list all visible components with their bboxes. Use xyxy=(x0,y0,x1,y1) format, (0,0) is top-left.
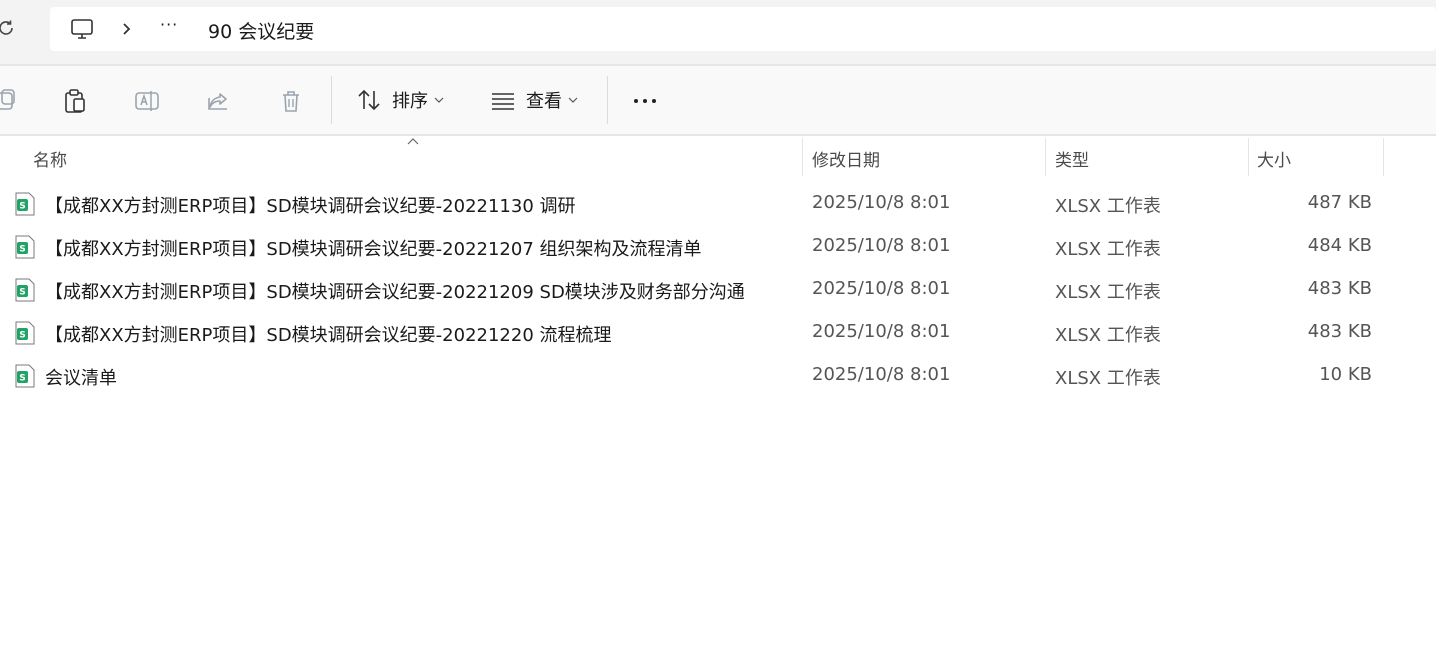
file-size: 487 KB xyxy=(1307,192,1372,213)
toolbar-separator xyxy=(331,76,332,124)
xlsx-file-icon: S xyxy=(15,192,35,216)
chevron-down-icon xyxy=(434,97,444,103)
toolbar-separator xyxy=(607,76,608,124)
svg-text:S: S xyxy=(19,245,25,255)
file-type: XLSX 工作表 xyxy=(1055,325,1161,346)
file-size: 10 KB xyxy=(1319,364,1372,385)
file-row[interactable]: S 【成都XX方封测ERP项目】SD模块调研会议纪要-20221220 流程梳理… xyxy=(0,311,1436,354)
delete-icon[interactable] xyxy=(278,88,304,114)
file-row[interactable]: S 【成都XX方封测ERP项目】SD模块调研会议纪要-20221209 SD模块… xyxy=(0,268,1436,311)
view-label: 查看 xyxy=(526,91,562,112)
column-divider[interactable] xyxy=(1383,138,1384,176)
paste-icon[interactable] xyxy=(62,88,88,114)
column-divider[interactable] xyxy=(1248,138,1249,176)
breadcrumb-current-folder[interactable]: 90 会议纪要 xyxy=(208,17,314,44)
file-row[interactable]: S 【成都XX方封测ERP项目】SD模块调研会议纪要-20221207 组织架构… xyxy=(0,225,1436,268)
file-type: XLSX 工作表 xyxy=(1055,196,1161,217)
file-size: 484 KB xyxy=(1307,235,1372,256)
file-size: 483 KB xyxy=(1307,278,1372,299)
column-header-type[interactable]: 类型 xyxy=(1055,146,1089,171)
chevron-down-icon xyxy=(568,97,578,103)
file-date: 2025/10/8 8:01 xyxy=(812,278,951,299)
file-date: 2025/10/8 8:01 xyxy=(812,192,951,213)
sort-button[interactable]: 排序 xyxy=(356,84,454,116)
sort-ascending-icon xyxy=(407,138,419,145)
breadcrumb[interactable]: ··· 90 会议纪要 xyxy=(50,7,1436,51)
file-type: XLSX 工作表 xyxy=(1055,282,1161,303)
copy-icon[interactable] xyxy=(0,88,20,114)
view-button[interactable]: 查看 xyxy=(490,84,588,116)
column-header: 名称 修改日期 类型 大小 xyxy=(0,136,1436,176)
column-divider[interactable] xyxy=(1045,138,1046,176)
file-size: 483 KB xyxy=(1307,321,1372,342)
file-name: 【成都XX方封测ERP项目】SD模块调研会议纪要-20221220 流程梳理 xyxy=(45,325,612,346)
file-name: 会议清单 xyxy=(45,368,117,389)
rename-icon[interactable] xyxy=(134,88,160,114)
share-icon[interactable] xyxy=(206,88,232,114)
file-name: 【成都XX方封测ERP项目】SD模块调研会议纪要-20221207 组织架构及流… xyxy=(45,239,702,260)
sort-label: 排序 xyxy=(392,91,428,112)
sort-icon xyxy=(358,89,380,111)
command-bar: 排序 查看 xyxy=(0,66,1436,134)
file-name: 【成都XX方封测ERP项目】SD模块调研会议纪要-20221130 调研 xyxy=(45,196,576,217)
svg-text:S: S xyxy=(19,331,25,341)
svg-text:S: S xyxy=(19,288,25,298)
computer-icon[interactable] xyxy=(70,17,94,41)
file-type: XLSX 工作表 xyxy=(1055,239,1161,260)
xlsx-file-icon: S xyxy=(15,364,35,388)
more-options-icon[interactable] xyxy=(632,88,658,114)
refresh-icon[interactable] xyxy=(0,18,16,38)
column-header-name[interactable]: 名称 xyxy=(33,146,67,171)
xlsx-file-icon: S xyxy=(15,278,35,302)
breadcrumb-overflow[interactable]: ··· xyxy=(160,15,178,34)
file-row[interactable]: S 【成都XX方封测ERP项目】SD模块调研会议纪要-20221130 调研 2… xyxy=(0,182,1436,225)
file-row[interactable]: S 会议清单 2025/10/8 8:01 XLSX 工作表 10 KB xyxy=(0,354,1436,397)
xlsx-file-icon: S xyxy=(15,321,35,345)
xlsx-file-icon: S xyxy=(15,235,35,259)
view-list-icon xyxy=(492,93,514,110)
chevron-right-icon[interactable] xyxy=(120,19,134,39)
file-date: 2025/10/8 8:01 xyxy=(812,235,951,256)
file-name: 【成都XX方封测ERP项目】SD模块调研会议纪要-20221209 SD模块涉及… xyxy=(45,282,745,303)
file-date: 2025/10/8 8:01 xyxy=(812,364,951,385)
column-header-size[interactable]: 大小 xyxy=(1257,146,1291,171)
file-type: XLSX 工作表 xyxy=(1055,368,1161,389)
column-header-date[interactable]: 修改日期 xyxy=(812,146,880,171)
svg-text:S: S xyxy=(19,374,25,384)
file-date: 2025/10/8 8:01 xyxy=(812,321,951,342)
address-bar-area: ··· 90 会议纪要 xyxy=(0,0,1436,64)
svg-text:S: S xyxy=(19,202,25,212)
column-divider[interactable] xyxy=(802,138,803,176)
